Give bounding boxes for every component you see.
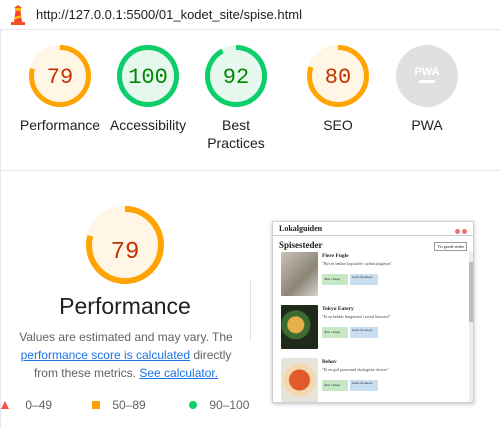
legend-average: 50–89: [91, 398, 146, 412]
card-title: Behov: [322, 359, 337, 365]
final-screenshot[interactable]: Lokalguiden Spisesteder Vis gamle steder…: [272, 221, 474, 403]
card-save-button: Gem til senere: [350, 274, 378, 285]
note-text: Values are estimated and may vary. The: [19, 330, 233, 344]
gauge-score: 79: [46, 65, 74, 90]
card-image: [281, 358, 318, 402]
card-maps-button: Åbn i maps: [322, 274, 348, 285]
category-description: Values are estimated and may vary. The p…: [8, 328, 244, 382]
svg-text:PWA: PWA: [414, 66, 439, 78]
legend-range: 0–49: [25, 398, 53, 412]
card-title: Flere Fugle: [322, 253, 349, 259]
screenshot-top-button: Vis gamle steder: [434, 242, 467, 251]
calculator-link[interactable]: See calculator.: [139, 366, 218, 380]
gauge-score: 92: [222, 65, 250, 90]
gauge-score: 100: [128, 65, 168, 90]
screenshot-app-title: Lokalguiden: [279, 224, 323, 233]
screenshot-card: Tokyo Eatery "Et en lækker burgersted i …: [281, 305, 466, 351]
card-save-button: Gem til senere: [350, 380, 378, 391]
card-maps-button: Åbn i maps: [322, 327, 348, 338]
card-desc: "Et en lækker burgersted i social hotvra…: [322, 314, 391, 319]
gauge-label: Best Practices: [207, 117, 265, 151]
category-title: Performance: [59, 293, 191, 319]
category-gauge: 79: [30, 205, 220, 285]
card-desc: "Hyl en lækker kop kaffe i urban singlet…: [322, 261, 392, 266]
legend-range: 50–89: [112, 398, 146, 412]
gauge-accessibility[interactable]: 100 Accessibility: [98, 44, 198, 134]
score-legend: 0–49 50–89 90–100: [0, 398, 260, 414]
triangle-icon: [1, 401, 9, 409]
report-url[interactable]: http://127.0.0.1:5500/01_kodet_site/spis…: [36, 7, 302, 22]
gauge-label: SEO: [323, 117, 353, 133]
card-image: [281, 305, 318, 349]
screenshot-app-bar: Lokalguiden: [273, 222, 473, 236]
legend-pass: 90–100: [188, 398, 249, 412]
gauge-seo[interactable]: 80 SEO: [288, 44, 388, 134]
legend-range: 90–100: [209, 398, 250, 412]
screenshot-heading: Spisesteder: [279, 240, 323, 250]
card-save-button: Gem til senere: [350, 327, 378, 338]
gauge-label: Accessibility: [109, 117, 187, 133]
legend-fail: 0–49: [0, 398, 52, 412]
card-desc: "Et en god pizza med akologiske råvarer": [322, 367, 389, 372]
screenshot-card: Flere Fugle "Hyl en lækker kop kaffe i u…: [281, 252, 466, 298]
report-topbar: http://127.0.0.1:5500/01_kodet_site/spis…: [0, 0, 500, 30]
perf-score-link[interactable]: performance score is calculated: [21, 348, 190, 362]
gauge-score: 80: [324, 65, 352, 90]
card-image: [281, 252, 318, 296]
screenshot-scrollbar: [469, 252, 473, 402]
screenshot-card: Behov "Et en god pizza med akologiske rå…: [281, 358, 466, 402]
gauge-label: PWA: [411, 117, 443, 133]
card-maps-button: Åbn i maps: [322, 380, 348, 391]
category-score: 79: [110, 239, 140, 266]
circle-icon: [189, 401, 197, 409]
pwa-badge-icon: PWA: [396, 45, 458, 107]
card-title: Tokyo Eatery: [322, 306, 354, 312]
square-icon: [92, 401, 100, 409]
gauge-performance[interactable]: 79 Performance: [10, 44, 110, 134]
vertical-separator: [250, 280, 251, 340]
gauge-label: Performance: [19, 117, 101, 133]
gauge-best-practices[interactable]: 92 Best Practices: [186, 44, 286, 152]
score-summary: 79 Performance 100 Accessibility 92 Best…: [0, 30, 500, 170]
screenshot-menu-icon: [453, 225, 467, 238]
lighthouse-logo-icon: [11, 5, 25, 25]
section-divider: [0, 170, 500, 171]
gauge-pwa[interactable]: PWA PWA: [377, 44, 477, 134]
